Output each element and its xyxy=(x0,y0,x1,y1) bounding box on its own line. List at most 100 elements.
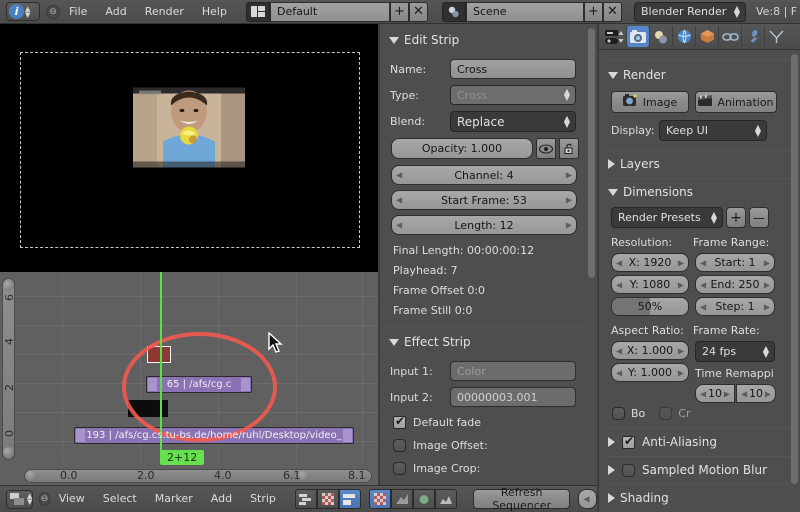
chevron-right-icon[interactable]: ▶ xyxy=(678,368,684,377)
collapse-menu-icon[interactable]: ⊖ xyxy=(46,4,60,19)
time-remap-new-stepper[interactable]: ◀ 10 ▶ xyxy=(736,384,776,403)
collapse-menu-icon[interactable]: ⊖ xyxy=(39,492,50,506)
sequencer-editor-type-selector[interactable]: ▲ ▼ xyxy=(6,489,34,509)
aspect-y-stepper[interactable]: ◀ Y: 1.000 ▶ xyxy=(611,363,689,382)
opacity-slider[interactable]: Opacity: 1.000 xyxy=(391,138,533,159)
chevron-right-icon[interactable]: ▶ xyxy=(764,302,770,311)
tab-scene[interactable] xyxy=(649,26,672,47)
sequencer-timeline[interactable]: 65 | /afs/cg.c 193 | /afs/cg.cs.tu-bs.de… xyxy=(0,272,378,485)
delete-scene-button[interactable]: ✕ xyxy=(602,1,622,22)
menu-add[interactable]: Add xyxy=(96,0,135,24)
chevron-left-icon[interactable]: ◀ xyxy=(616,346,622,355)
frame-start-stepper[interactable]: ◀ Start: 1 ▶ xyxy=(695,253,775,272)
anti-aliasing-section-header[interactable]: Anti-Aliasing xyxy=(608,434,800,449)
chevron-left-icon[interactable]: ◀ xyxy=(700,258,706,267)
effect-strip-header[interactable]: Effect Strip xyxy=(389,335,588,349)
chevron-left-icon[interactable]: ◀ xyxy=(396,221,402,230)
strip-handle-right[interactable] xyxy=(343,429,352,442)
render-presets-dropdown[interactable]: Render Presets ▲ ▼ xyxy=(611,207,723,228)
screen-layout-name[interactable]: Default xyxy=(269,1,390,22)
layers-section-header[interactable]: Layers xyxy=(608,157,800,171)
checker-image-icon[interactable] xyxy=(368,489,391,509)
both-view-icon[interactable] xyxy=(338,489,361,509)
image-crop-row[interactable]: Image Crop: xyxy=(393,462,588,475)
chevron-left-icon[interactable]: ◀ xyxy=(616,368,622,377)
frame-rate-dropdown[interactable]: 24 fps ▲ ▼ xyxy=(695,341,775,362)
border-checkbox[interactable] xyxy=(612,407,625,420)
chevron-left-icon[interactable]: ◀ xyxy=(616,280,622,289)
chevron-right-icon[interactable]: ▶ xyxy=(566,221,572,230)
seq-extra-stepper[interactable]: ◀ xyxy=(578,489,597,509)
scene-preview-icon[interactable] xyxy=(412,489,435,509)
tab-modifiers[interactable] xyxy=(741,26,764,47)
image-offset-row[interactable]: Image Offset: xyxy=(393,439,588,452)
image-offset-checkbox[interactable] xyxy=(393,439,406,452)
strip-name-input[interactable]: Cross xyxy=(450,59,576,79)
chevron-right-icon[interactable]: ▶ xyxy=(566,171,572,180)
edit-strip-panel[interactable]: Edit Strip Name: Cross Type: Cross ▲ ▼ Bl… xyxy=(379,24,597,485)
unlocked-padlock-icon[interactable] xyxy=(559,138,579,159)
refresh-sequencer-button[interactable]: Refresh Sequencer xyxy=(472,486,571,512)
playhead-line[interactable] xyxy=(160,272,162,454)
chevron-right-icon[interactable]: ▶ xyxy=(724,389,730,398)
resolution-y-stepper[interactable]: ◀ Y: 1080 ▶ xyxy=(611,275,689,294)
scrollbar-knob-top[interactable] xyxy=(3,280,14,291)
chevron-left-icon[interactable]: ◀ xyxy=(741,389,747,398)
resolution-x-stepper[interactable]: ◀ X: 1920 ▶ xyxy=(611,253,689,272)
tab-object[interactable] xyxy=(695,26,718,47)
tab-particles[interactable] xyxy=(764,26,787,47)
add-scene-button[interactable]: + xyxy=(583,1,603,22)
menu-help[interactable]: Help xyxy=(193,0,236,24)
chevron-right-icon[interactable]: ▶ xyxy=(678,346,684,355)
length-stepper[interactable]: ◀ Length: 12 ▶ xyxy=(391,215,577,235)
sequencer-grid[interactable]: 65 | /afs/cg.c 193 | /afs/cg.cs.tu-bs.de… xyxy=(14,272,378,465)
seq-menu-marker[interactable]: Marker xyxy=(146,487,202,511)
sequencer-preview-area[interactable] xyxy=(0,24,378,272)
anti-aliasing-checkbox[interactable] xyxy=(622,434,635,449)
tab-render[interactable] xyxy=(626,26,649,47)
sequence-icon[interactable] xyxy=(390,489,413,509)
seq-menu-strip[interactable]: Strip xyxy=(241,487,285,511)
menu-render[interactable]: Render xyxy=(136,0,193,24)
chevron-left-icon[interactable]: ◀ xyxy=(700,389,706,398)
strip-handle-left[interactable] xyxy=(76,429,85,442)
render-image-button[interactable]: Image xyxy=(611,91,689,113)
tab-constraints[interactable] xyxy=(718,26,741,47)
input2-field[interactable]: 00000003.001 xyxy=(450,387,576,407)
checker-preview-icon[interactable] xyxy=(316,489,339,509)
tab-world[interactable] xyxy=(672,26,695,47)
channel-stepper[interactable]: ◀ Channel: 4 ▶ xyxy=(391,165,577,185)
delete-screen-button[interactable]: ✕ xyxy=(408,1,428,22)
remove-preset-button[interactable]: — xyxy=(749,207,769,228)
render-section-header[interactable]: Render xyxy=(608,68,800,82)
chevron-left-icon[interactable]: ◀ xyxy=(700,280,706,289)
chevron-right-icon[interactable]: ▶ xyxy=(566,196,572,205)
chevron-left-icon[interactable]: ◀ xyxy=(396,171,402,180)
screen-layout-icon[interactable] xyxy=(245,1,270,22)
eye-icon[interactable] xyxy=(536,138,556,159)
frame-step-stepper[interactable]: ◀ Step: 1 ▶ xyxy=(695,297,775,316)
scrollbar-knob-bottom[interactable] xyxy=(3,447,14,458)
add-screen-button[interactable]: + xyxy=(389,1,409,22)
scene-icon[interactable] xyxy=(441,1,466,22)
scrollbar-knob-left[interactable] xyxy=(26,470,37,481)
time-remap-old-stepper[interactable]: ◀ 10 ▶ xyxy=(695,384,735,403)
editor-type-selector[interactable]: i ▲ ▼ xyxy=(6,2,40,21)
edit-panel-scrollbar[interactable] xyxy=(588,28,595,278)
render-animation-button[interactable]: Animation xyxy=(695,91,777,113)
add-preset-button[interactable]: + xyxy=(726,207,746,228)
default-fade-row[interactable]: Default fade xyxy=(393,414,588,429)
display-mode-dropdown[interactable]: Keep UI ▲ ▼ xyxy=(659,120,767,141)
strip-193[interactable]: 193 | /afs/cg.cs.tu-bs.de/home/ruhl/Desk… xyxy=(74,427,354,444)
chevron-right-icon[interactable]: ▶ xyxy=(765,389,771,398)
render-engine-dropdown[interactable]: Blender Render ▲ ▼ xyxy=(633,1,746,22)
input1-field[interactable]: Color xyxy=(450,361,576,381)
resolution-percentage-slider[interactable]: 50% xyxy=(611,297,689,316)
shading-section-header[interactable]: Shading xyxy=(608,491,800,505)
seq-menu-add[interactable]: Add xyxy=(202,487,241,511)
waveform-icon[interactable] xyxy=(434,489,457,509)
tab-render-presets[interactable] xyxy=(603,26,626,47)
menu-file[interactable]: File xyxy=(60,0,96,24)
frame-end-stepper[interactable]: ◀ End: 250 ▶ xyxy=(695,275,775,294)
blend-mode-dropdown[interactable]: Replace ▲ ▼ xyxy=(450,111,576,132)
